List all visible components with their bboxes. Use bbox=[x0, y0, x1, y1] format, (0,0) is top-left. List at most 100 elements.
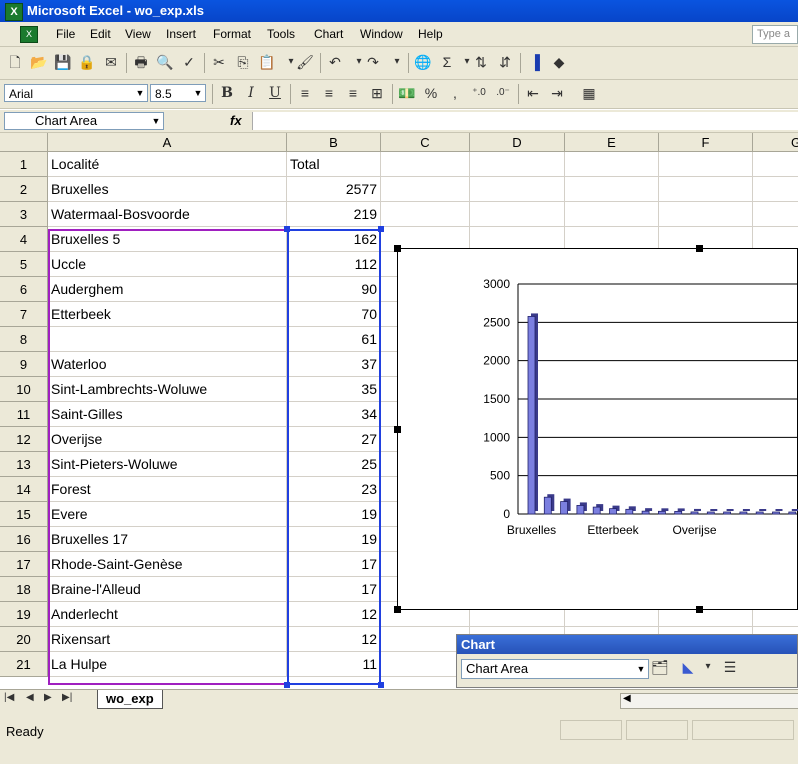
empty-cell[interactable] bbox=[381, 177, 470, 202]
paste-icon[interactable]: 📋 bbox=[258, 53, 276, 71]
font-size-select[interactable]: 8.5 ▼ bbox=[150, 84, 206, 102]
underline-icon[interactable]: U bbox=[266, 84, 284, 102]
column-header-g[interactable]: G bbox=[753, 133, 798, 152]
cell-localite[interactable]: Bruxelles bbox=[48, 177, 287, 202]
legend-icon[interactable]: ☰ bbox=[721, 658, 739, 676]
cell-total[interactable]: 37 bbox=[287, 352, 381, 377]
empty-cell[interactable] bbox=[659, 152, 753, 177]
ask-question-box[interactable]: Type a bbox=[752, 25, 798, 44]
sort-ascending-icon[interactable]: ⇅ bbox=[472, 53, 490, 71]
cell-localite[interactable]: Sint-Pieters-Woluwe bbox=[48, 452, 287, 477]
copy-icon[interactable]: ⎘ bbox=[234, 53, 252, 71]
cell-localite[interactable]: Auderghem bbox=[48, 277, 287, 302]
chevron-down-icon[interactable]: ▼ bbox=[192, 86, 204, 100]
decrease-indent-icon[interactable]: ⇤ bbox=[524, 84, 542, 102]
workbook-icon[interactable]: X bbox=[20, 26, 38, 43]
sort-descending-icon[interactable]: ⇵ bbox=[496, 53, 514, 71]
column-header-a[interactable]: A bbox=[48, 133, 287, 152]
menu-tools[interactable]: Tools bbox=[267, 27, 295, 41]
row-header[interactable]: 3 bbox=[0, 202, 48, 227]
column-header-c[interactable]: C bbox=[381, 133, 470, 152]
column-header-b[interactable]: B bbox=[287, 133, 381, 152]
empty-cell[interactable] bbox=[565, 177, 659, 202]
cell-localite[interactable]: Evere bbox=[48, 502, 287, 527]
font-name-select[interactable]: Arial ▼ bbox=[4, 84, 148, 102]
chart-resize-handle[interactable] bbox=[696, 245, 703, 252]
empty-cell[interactable] bbox=[565, 202, 659, 227]
cell-localite[interactable]: Etterbeek bbox=[48, 302, 287, 327]
cell-total[interactable]: 27 bbox=[287, 427, 381, 452]
borders-icon[interactable]: ▦ bbox=[580, 84, 598, 102]
cell-localite[interactable]: Anderlecht bbox=[48, 602, 287, 627]
cell-localite[interactable]: La Hulpe bbox=[48, 652, 287, 677]
align-right-icon[interactable]: ≡ bbox=[344, 84, 362, 102]
menu-help[interactable]: Help bbox=[418, 27, 443, 41]
redo-dropdown-icon[interactable]: ▾ bbox=[388, 53, 406, 71]
row-header[interactable]: 6 bbox=[0, 277, 48, 302]
italic-icon[interactable]: I bbox=[242, 84, 260, 102]
chevron-down-icon[interactable]: ▼ bbox=[134, 86, 146, 100]
chart-wizard-icon[interactable]: ▐ bbox=[526, 53, 544, 71]
chart-objects-select[interactable]: Chart Area ▼ bbox=[461, 659, 649, 679]
currency-icon[interactable]: 💵 bbox=[398, 84, 416, 102]
cell-total[interactable]: 12 bbox=[287, 627, 381, 652]
row-header[interactable]: 11 bbox=[0, 402, 48, 427]
menu-view[interactable]: View bbox=[125, 27, 151, 41]
column-header-d[interactable]: D bbox=[470, 133, 565, 152]
row-header[interactable]: 8 bbox=[0, 327, 48, 352]
increase-indent-icon[interactable]: ⇥ bbox=[548, 84, 566, 102]
cell-localite[interactable]: Forest bbox=[48, 477, 287, 502]
bold-icon[interactable]: B bbox=[218, 84, 236, 102]
row-header[interactable]: 1 bbox=[0, 152, 48, 177]
empty-cell[interactable] bbox=[659, 202, 753, 227]
column-header-e[interactable]: E bbox=[565, 133, 659, 152]
spelling-icon[interactable]: ✓ bbox=[180, 53, 198, 71]
sheet-tab-wo-exp[interactable]: wo_exp bbox=[97, 690, 163, 709]
excel-app-icon[interactable]: X bbox=[5, 3, 23, 21]
menu-window[interactable]: Window bbox=[360, 27, 403, 41]
cell-total[interactable]: 112 bbox=[287, 252, 381, 277]
cell-localite[interactable]: Overijse bbox=[48, 427, 287, 452]
open-icon[interactable]: 📂 bbox=[30, 53, 48, 71]
row-header[interactable]: 2 bbox=[0, 177, 48, 202]
row-header[interactable]: 16 bbox=[0, 527, 48, 552]
empty-cell[interactable] bbox=[565, 152, 659, 177]
chart-type-icon[interactable]: ◣ bbox=[679, 658, 697, 676]
prev-sheet-icon[interactable]: ◀ bbox=[26, 692, 34, 703]
comma-icon[interactable]: , bbox=[446, 84, 464, 102]
cell-localite[interactable]: Braine-l'Alleud bbox=[48, 577, 287, 602]
empty-cell[interactable] bbox=[753, 202, 798, 227]
cell-localite[interactable]: Uccle bbox=[48, 252, 287, 277]
cell-total[interactable]: 2577 bbox=[287, 177, 381, 202]
cell-localite[interactable]: Sint-Lambrechts-Woluwe bbox=[48, 377, 287, 402]
empty-cell[interactable] bbox=[381, 152, 470, 177]
empty-cell[interactable] bbox=[753, 177, 798, 202]
chart-resize-handle[interactable] bbox=[394, 426, 401, 433]
scroll-left-icon[interactable]: ◀ bbox=[623, 693, 631, 704]
row-header[interactable]: 13 bbox=[0, 452, 48, 477]
row-header[interactable]: 9 bbox=[0, 352, 48, 377]
cell-localite[interactable]: Rixensart bbox=[48, 627, 287, 652]
cell-total[interactable]: 19 bbox=[287, 527, 381, 552]
permission-icon[interactable]: 🔒 bbox=[78, 53, 96, 71]
cell-total[interactable]: 12 bbox=[287, 602, 381, 627]
row-header[interactable]: 18 bbox=[0, 577, 48, 602]
cell-localite[interactable]: Saint-Gilles bbox=[48, 402, 287, 427]
horizontal-scrollbar[interactable]: ◀ bbox=[620, 693, 798, 709]
increase-decimal-icon[interactable]: ⁺.0 bbox=[470, 84, 488, 102]
empty-cell[interactable] bbox=[470, 202, 565, 227]
last-sheet-icon[interactable]: ▶| bbox=[62, 692, 72, 703]
formula-input[interactable] bbox=[252, 112, 798, 130]
menu-insert[interactable]: Insert bbox=[166, 27, 196, 41]
row-header[interactable]: 19 bbox=[0, 602, 48, 627]
row-header[interactable]: 14 bbox=[0, 477, 48, 502]
range-handle[interactable] bbox=[284, 682, 290, 688]
empty-cell[interactable] bbox=[753, 152, 798, 177]
first-sheet-icon[interactable]: |◀ bbox=[4, 692, 14, 703]
chart-toolbar-title[interactable]: Chart bbox=[457, 635, 797, 654]
cell-total[interactable]: 35 bbox=[287, 377, 381, 402]
cut-icon[interactable]: ✂ bbox=[210, 53, 228, 71]
redo-icon[interactable]: ↷ bbox=[364, 53, 382, 71]
cell-total[interactable]: 70 bbox=[287, 302, 381, 327]
menu-edit[interactable]: Edit bbox=[90, 27, 111, 41]
